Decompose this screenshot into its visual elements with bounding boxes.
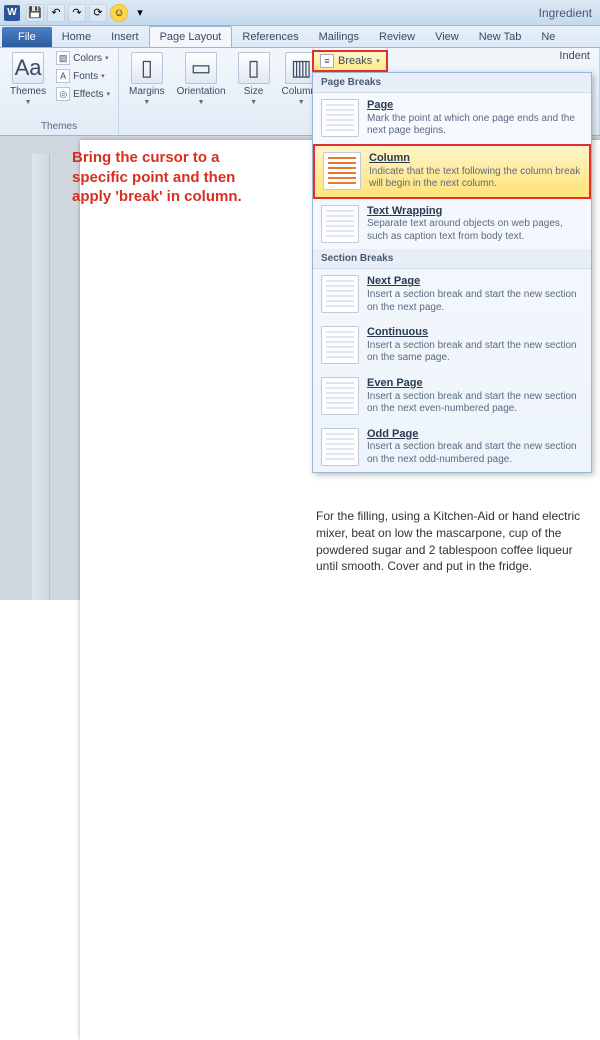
fonts-icon: A	[56, 69, 70, 83]
tab-review[interactable]: Review	[369, 27, 425, 47]
tab-mailings[interactable]: Mailings	[309, 27, 369, 47]
themes-button[interactable]: Aa Themes ▼	[6, 50, 50, 108]
menu-item-title: Column	[369, 152, 581, 166]
word-app-icon: W	[4, 5, 20, 21]
ribbon-tabs: File Home Insert Page Layout References …	[0, 26, 600, 48]
even-page-icon	[321, 377, 359, 415]
menu-item-title: Odd Page	[367, 428, 583, 442]
orientation-button[interactable]: ▭Orientation▼	[173, 50, 230, 108]
document-title: Ingredient	[539, 6, 596, 20]
menu-header-page-breaks: Page Breaks	[313, 73, 591, 93]
file-tab[interactable]: File	[2, 27, 52, 47]
breaks-button[interactable]: ≡ Breaks ▾	[312, 50, 388, 72]
breaks-menu: Page Breaks Page Mark the point at which…	[312, 72, 592, 473]
tab-extra[interactable]: Ne	[531, 27, 565, 47]
themes-label: Themes	[10, 86, 46, 97]
menu-item-desc: Insert a section break and start the new…	[367, 340, 583, 365]
effects-button[interactable]: ◎Effects▾	[54, 86, 112, 102]
annotation-text: Bring the cursor to a specific point and…	[72, 148, 252, 207]
menu-item-column[interactable]: Column Indicate that the text following …	[313, 144, 591, 199]
breaks-label: Breaks	[338, 55, 372, 67]
colors-label: Colors	[73, 53, 102, 64]
menu-item-title: Page	[367, 99, 583, 113]
chevron-down-icon: ▼	[25, 99, 32, 106]
tab-references[interactable]: References	[232, 27, 308, 47]
tab-insert[interactable]: Insert	[101, 27, 149, 47]
colors-icon: ▧	[56, 51, 70, 65]
column-break-icon	[323, 152, 361, 190]
tab-home[interactable]: Home	[52, 27, 101, 47]
menu-item-text-wrapping[interactable]: Text Wrapping Separate text around objec…	[313, 199, 591, 250]
menu-item-desc: Insert a section break and start the new…	[367, 391, 583, 416]
colors-button[interactable]: ▧Colors▾	[54, 50, 112, 66]
menu-item-even-page[interactable]: Even Page Insert a section break and sta…	[313, 371, 591, 422]
continuous-icon	[321, 326, 359, 364]
menu-item-desc: Insert a section break and start the new…	[367, 441, 583, 466]
vertical-ruler[interactable]	[32, 154, 50, 600]
group-themes-label: Themes	[6, 120, 112, 133]
document-body-text: For the filling, using a Kitchen-Aid or …	[316, 508, 596, 575]
menu-item-title: Text Wrapping	[367, 205, 583, 219]
refresh-icon[interactable]: ⟳	[89, 4, 107, 22]
tab-view[interactable]: View	[425, 27, 469, 47]
ribbon-right-fragment: Indent	[555, 48, 600, 64]
size-icon: ▯	[238, 52, 270, 84]
smiley-icon[interactable]: ☺	[110, 4, 128, 22]
customize-qat-icon[interactable]: ▾	[131, 4, 149, 22]
chevron-down-icon: ▾	[376, 57, 380, 65]
themes-icon: Aa	[12, 52, 44, 84]
effects-label: Effects	[73, 89, 103, 100]
effects-icon: ◎	[56, 87, 70, 101]
breaks-button-wrap: ≡ Breaks ▾	[312, 50, 388, 72]
size-button[interactable]: ▯Size▼	[234, 50, 274, 108]
menu-item-desc: Insert a section break and start the new…	[367, 289, 583, 314]
orientation-label: Orientation	[177, 86, 226, 97]
menu-item-next-page[interactable]: Next Page Insert a section break and sta…	[313, 269, 591, 320]
tab-page-layout[interactable]: Page Layout	[149, 26, 233, 47]
quick-access-toolbar: 💾 ↶ ↷ ⟳ ☺ ▾	[26, 4, 149, 22]
menu-item-desc: Separate text around objects on web page…	[367, 218, 583, 243]
fonts-label: Fonts	[73, 71, 98, 82]
margins-label: Margins	[129, 86, 165, 97]
menu-item-title: Even Page	[367, 377, 583, 391]
margins-icon: ▯	[131, 52, 163, 84]
indent-label: Indent	[559, 50, 596, 62]
menu-item-title: Next Page	[367, 275, 583, 289]
save-icon[interactable]: 💾	[26, 4, 44, 22]
menu-item-title: Continuous	[367, 326, 583, 340]
menu-header-section-breaks: Section Breaks	[313, 249, 591, 269]
size-label: Size	[244, 86, 263, 97]
orientation-icon: ▭	[185, 52, 217, 84]
page-break-icon	[321, 99, 359, 137]
menu-item-odd-page[interactable]: Odd Page Insert a section break and star…	[313, 422, 591, 473]
odd-page-icon	[321, 428, 359, 466]
redo-icon[interactable]: ↷	[68, 4, 86, 22]
menu-item-desc: Indicate that the text following the col…	[369, 166, 581, 191]
next-page-icon	[321, 275, 359, 313]
tab-new-tab[interactable]: New Tab	[469, 27, 532, 47]
title-bar: W 💾 ↶ ↷ ⟳ ☺ ▾ Ingredient	[0, 0, 600, 26]
menu-item-desc: Mark the point at which one page ends an…	[367, 113, 583, 138]
text-wrapping-icon	[321, 205, 359, 243]
breaks-icon: ≡	[320, 54, 334, 68]
undo-icon[interactable]: ↶	[47, 4, 65, 22]
menu-item-continuous[interactable]: Continuous Insert a section break and st…	[313, 320, 591, 371]
menu-item-page[interactable]: Page Mark the point at which one page en…	[313, 93, 591, 144]
fonts-button[interactable]: AFonts▾	[54, 68, 112, 84]
group-themes: Aa Themes ▼ ▧Colors▾ AFonts▾ ◎Effects▾ T…	[0, 48, 119, 135]
margins-button[interactable]: ▯Margins▼	[125, 50, 169, 108]
